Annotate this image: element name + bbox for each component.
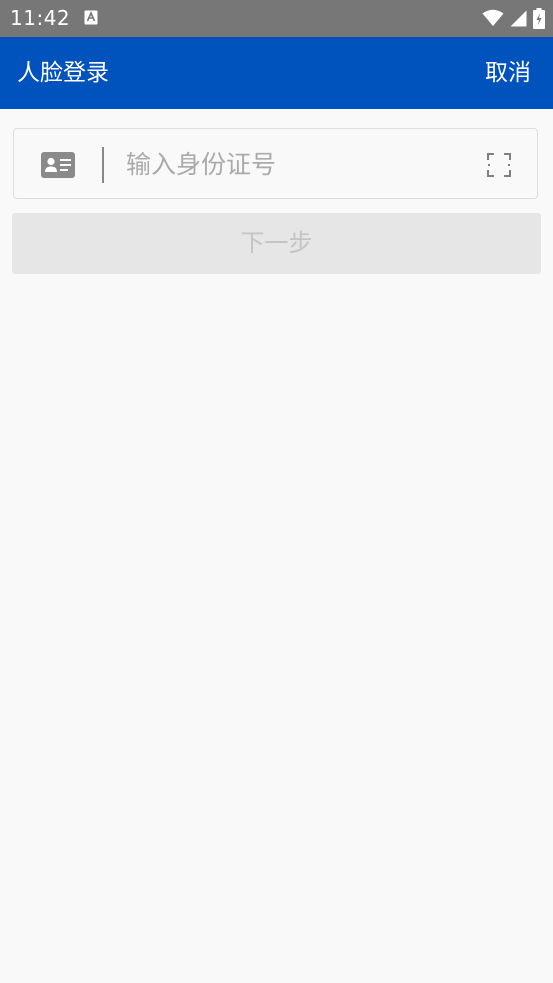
wifi-icon	[482, 9, 504, 26]
next-step-button[interactable]: 下一步	[12, 213, 541, 274]
id-card-icon	[41, 152, 75, 178]
signal-icon	[510, 10, 527, 26]
battery-charging-icon	[533, 7, 545, 29]
font-notification-icon	[84, 10, 98, 25]
status-icons	[482, 7, 545, 29]
cancel-button[interactable]: 取消	[485, 58, 531, 88]
app-bar: 人脸登录 取消	[0, 37, 553, 109]
id-number-field	[13, 128, 538, 199]
status-time: 11:42	[10, 6, 71, 30]
input-divider	[102, 147, 104, 183]
scan-icon[interactable]	[487, 153, 511, 177]
page-title: 人脸登录	[17, 60, 109, 86]
status-bar: 11:42	[0, 0, 553, 37]
id-number-input[interactable]	[126, 141, 466, 187]
